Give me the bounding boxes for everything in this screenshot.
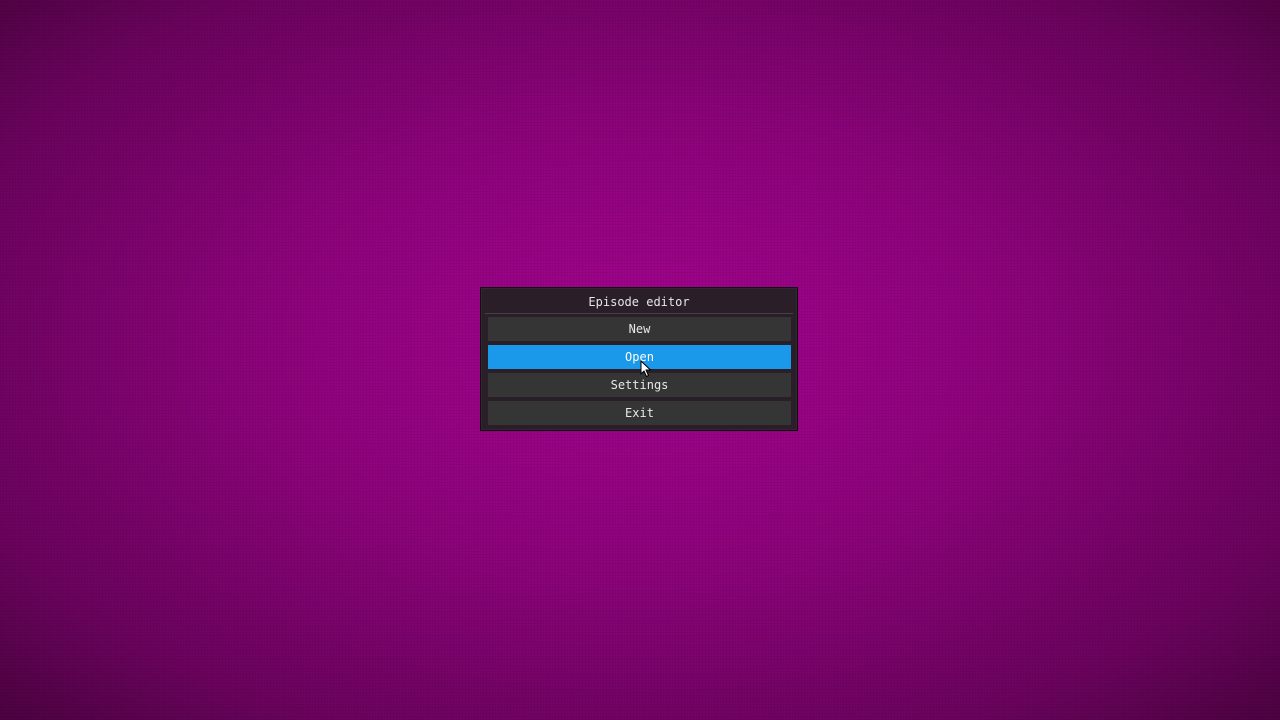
exit-button[interactable]: Exit: [488, 401, 791, 425]
episode-editor-dialog: Episode editor New Open Settings Exit: [480, 287, 798, 431]
arrow-cursor-icon: [640, 360, 651, 377]
dialog-title: Episode editor: [588, 295, 690, 309]
title-divider: [485, 313, 793, 314]
new-button[interactable]: New: [488, 317, 791, 341]
